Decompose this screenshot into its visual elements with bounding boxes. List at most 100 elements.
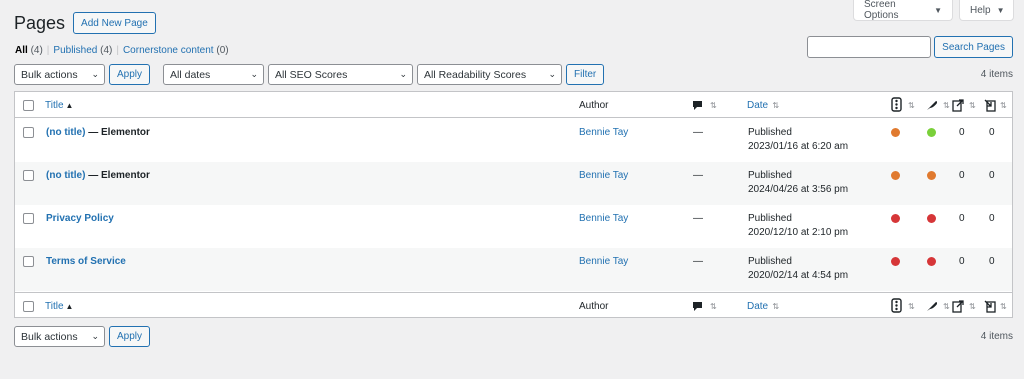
- row-title-link[interactable]: (no title): [46, 170, 85, 181]
- view-cornerstone-label[interactable]: Cornerstone content: [123, 45, 214, 56]
- column-date-header[interactable]: Date ⇅: [747, 300, 779, 313]
- sort-icon[interactable]: ⇅: [710, 99, 717, 112]
- comment-bubble-icon[interactable]: [692, 100, 703, 111]
- sort-icon[interactable]: ⇅: [969, 99, 976, 112]
- sort-icon[interactable]: ⇅: [943, 99, 950, 112]
- bulk-actions-select-bottom[interactable]: Bulk actions ⌄: [14, 326, 105, 347]
- view-all-label: All: [15, 45, 28, 56]
- traffic-light-icon[interactable]: [891, 298, 902, 313]
- row-date: 2020/02/14 at 4:54 pm: [748, 270, 849, 281]
- sort-icon[interactable]: ⇅: [710, 300, 717, 313]
- row-incoming-links: 0: [989, 170, 995, 181]
- row-title: (no title) — Elementor: [46, 169, 150, 182]
- feather-icon[interactable]: [926, 99, 938, 111]
- chevron-down-icon: ⌄: [399, 69, 408, 79]
- row-incoming-links: 0: [989, 256, 995, 267]
- row-title: Privacy Policy: [46, 212, 114, 225]
- row-checkbox[interactable]: [23, 256, 34, 267]
- view-published-label[interactable]: Published: [53, 45, 97, 56]
- page-heading: Pages Add New Page: [14, 12, 156, 34]
- view-cornerstone[interactable]: Cornerstone content (0): [123, 45, 229, 56]
- tablenav-top: Bulk actions ⌄ Apply All dates ⌄ All SEO…: [14, 64, 605, 85]
- screen-options-button[interactable]: Screen Options ▼: [853, 0, 953, 21]
- view-all[interactable]: All (4): [15, 45, 43, 56]
- table-row: (no title) — Elementor Bennie Tay — Publ…: [15, 119, 1012, 162]
- column-title-label: Title: [45, 100, 64, 111]
- search-pages-button[interactable]: Search Pages: [934, 36, 1013, 58]
- view-published[interactable]: Published (4): [53, 45, 112, 56]
- outgoing-links-icon[interactable]: [951, 299, 965, 313]
- row-title-link[interactable]: (no title): [46, 127, 85, 138]
- select-all-checkbox[interactable]: [23, 100, 34, 111]
- column-date-header[interactable]: Date ⇅: [747, 99, 779, 112]
- sort-icon[interactable]: ⇅: [908, 99, 915, 112]
- pages-table: Title ▲ Author ⇅ Date ⇅ ⇅ ⇅ ⇅ ⇅ (no title…: [14, 91, 1013, 318]
- chevron-down-icon: ⌄: [91, 69, 99, 79]
- search-box: Search Pages: [807, 36, 1013, 58]
- row-checkbox[interactable]: [23, 170, 34, 181]
- row-title-link[interactable]: Terms of Service: [46, 256, 126, 267]
- row-comments: —: [693, 127, 703, 138]
- feather-icon[interactable]: [926, 300, 938, 312]
- bulk-actions-value: Bulk actions: [21, 68, 78, 81]
- row-author[interactable]: Bennie Tay: [579, 212, 628, 225]
- column-date-label: Date: [747, 100, 769, 111]
- caret-down-icon: ▼: [996, 5, 1005, 15]
- view-cornerstone-count: (0): [216, 45, 229, 56]
- apply-button[interactable]: Apply: [109, 64, 151, 85]
- row-comments: —: [693, 213, 703, 224]
- row-title-link[interactable]: Privacy Policy: [46, 213, 114, 224]
- sort-icon: ⇅: [770, 101, 780, 110]
- apply-button-bottom[interactable]: Apply: [109, 326, 151, 347]
- page-title: Pages: [14, 12, 66, 33]
- sort-icon[interactable]: ⇅: [1000, 99, 1007, 112]
- seo-scores-select[interactable]: All SEO Scores ⌄: [268, 64, 414, 85]
- column-title-header[interactable]: Title ▲: [45, 99, 73, 112]
- chevron-down-icon: ⌄: [91, 331, 99, 341]
- incoming-links-icon[interactable]: [983, 299, 997, 313]
- outgoing-links-icon[interactable]: [951, 98, 965, 112]
- row-author[interactable]: Bennie Tay: [579, 126, 628, 139]
- traffic-light-icon[interactable]: [891, 97, 902, 112]
- readability-score-dot: [927, 171, 936, 180]
- sort-icon[interactable]: ⇅: [1000, 300, 1007, 313]
- readability-score-dot: [927, 128, 936, 137]
- search-input[interactable]: [807, 36, 932, 58]
- column-title-header[interactable]: Title ▲: [45, 300, 73, 313]
- sort-icon: ▲: [65, 101, 74, 110]
- row-title-suffix: — Elementor: [85, 170, 150, 181]
- row-title-suffix: — Elementor: [85, 127, 150, 138]
- add-new-page-button[interactable]: Add New Page: [73, 12, 156, 34]
- bulk-actions-select[interactable]: Bulk actions ⌄: [14, 64, 105, 85]
- dates-value: All dates: [170, 68, 211, 81]
- filter-button[interactable]: Filter: [566, 64, 605, 85]
- readability-score-dot: [927, 257, 936, 266]
- comment-bubble-icon[interactable]: [692, 301, 703, 312]
- row-title: Terms of Service: [46, 255, 126, 268]
- row-outgoing-links: 0: [959, 170, 965, 181]
- row-author[interactable]: Bennie Tay: [579, 255, 628, 268]
- row-author[interactable]: Bennie Tay: [579, 169, 628, 182]
- select-all-checkbox[interactable]: [23, 301, 34, 312]
- sort-icon[interactable]: ⇅: [908, 300, 915, 313]
- row-status: Published: [748, 170, 792, 181]
- dates-select[interactable]: All dates ⌄: [163, 64, 265, 85]
- row-checkbox[interactable]: [23, 213, 34, 224]
- tablenav-bottom: Bulk actions ⌄ Apply: [14, 326, 151, 347]
- items-count-bottom: 4 items: [980, 331, 1013, 342]
- readability-scores-select[interactable]: All Readability Scores ⌄: [417, 64, 563, 85]
- sort-icon[interactable]: ⇅: [969, 300, 976, 313]
- sort-icon: ⇅: [770, 302, 780, 311]
- help-button[interactable]: Help ▼: [959, 0, 1014, 21]
- row-date: 2023/01/16 at 6:20 am: [748, 141, 849, 152]
- table-row: Terms of Service Bennie Tay — Published …: [15, 248, 1012, 291]
- sort-icon[interactable]: ⇅: [943, 300, 950, 313]
- bulk-actions-value: Bulk actions: [21, 330, 78, 343]
- seo-score-dot: [891, 128, 900, 137]
- chevron-down-icon: ⌄: [250, 69, 259, 79]
- incoming-links-icon[interactable]: [983, 98, 997, 112]
- row-date: 2024/04/26 at 3:56 pm: [748, 184, 849, 195]
- seo-score-dot: [891, 214, 900, 223]
- row-checkbox[interactable]: [23, 127, 34, 138]
- view-filters: All (4) | Published (4) | Cornerstone co…: [15, 45, 229, 56]
